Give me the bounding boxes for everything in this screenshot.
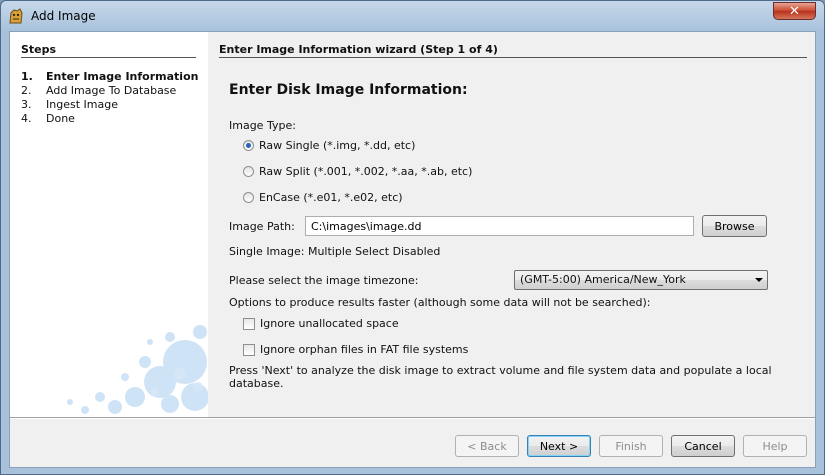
bubbles-decoration-icon: [67, 325, 208, 414]
step-item: 2. Add Image To Database: [21, 84, 176, 97]
next-info-text: Press 'Next' to analyze the disk image t…: [229, 364, 772, 390]
radio-button[interactable]: [243, 166, 254, 177]
radio-button[interactable]: [243, 192, 254, 203]
next-button[interactable]: Next >: [527, 435, 591, 457]
checkbox-ignore-unallocated[interactable]: Ignore unallocated space: [243, 317, 399, 330]
back-button[interactable]: < Back: [455, 435, 519, 457]
checkbox-label: Ignore orphan files in FAT file systems: [260, 343, 469, 356]
image-path-input[interactable]: [305, 216, 694, 236]
step-item: 1. Enter Image Information: [21, 70, 198, 83]
select-info-text: Single Image: Multiple Select Disabled: [229, 245, 441, 258]
step-number: 3.: [21, 98, 32, 111]
radio-label: EnCase (*.e01, *.e02, etc): [259, 191, 403, 204]
section-heading: Enter Disk Image Information:: [229, 82, 468, 98]
options-label: Options to produce results faster (altho…: [229, 296, 651, 309]
radio-raw-single[interactable]: Raw Single (*.img, *.dd, etc): [243, 139, 415, 152]
help-button[interactable]: Help: [743, 435, 807, 457]
step-number: 2.: [21, 84, 32, 97]
close-icon: ✕: [789, 3, 800, 19]
title-bar[interactable]: Add Image ✕: [1, 1, 824, 31]
app-logo-icon: [9, 8, 23, 24]
wizard-content: Steps 1. Enter Image Information 2. Add Im…: [9, 31, 816, 468]
step-number: 1.: [21, 70, 33, 83]
close-button[interactable]: ✕: [773, 2, 816, 20]
finish-button[interactable]: Finish: [599, 435, 663, 457]
add-image-window: Add Image ✕ Steps 1. Enter Image Informat…: [0, 0, 825, 475]
step-label: Enter Image Information: [46, 70, 199, 83]
window-title: Add Image: [31, 9, 96, 23]
timezone-select[interactable]: (GMT-5:00) America/New_York: [514, 270, 768, 290]
cancel-button[interactable]: Cancel: [671, 435, 735, 457]
timezone-label: Please select the image timezone:: [229, 274, 419, 287]
wizard-divider: [219, 57, 807, 58]
checkbox-label: Ignore unallocated space: [260, 317, 399, 330]
checkbox[interactable]: [243, 343, 255, 356]
step-item: 4. Done: [21, 112, 75, 125]
timezone-value: (GMT-5:00) America/New_York: [520, 273, 686, 286]
steps-title: Steps: [21, 43, 57, 56]
checkbox[interactable]: [243, 317, 255, 330]
steps-divider: [21, 57, 196, 58]
wizard-title: Enter Image Information wizard (Step 1 o…: [219, 43, 498, 56]
wizard-main-panel: Enter Image Information wizard (Step 1 o…: [208, 32, 815, 417]
step-number: 4.: [21, 112, 32, 125]
checkbox-ignore-orphan[interactable]: Ignore orphan files in FAT file systems: [243, 343, 468, 356]
image-type-label: Image Type:: [229, 119, 296, 132]
steps-panel: Steps 1. Enter Image Information 2. Add Im…: [10, 32, 208, 417]
step-item: 3. Ingest Image: [21, 98, 118, 111]
chevron-down-icon: [755, 278, 763, 282]
radio-encase[interactable]: EnCase (*.e01, *.e02, etc): [243, 191, 403, 204]
radio-label: Raw Split (*.001, *.002, *.aa, *.ab, etc…: [259, 165, 473, 178]
browse-button[interactable]: Browse: [702, 215, 767, 237]
radio-label: Raw Single (*.img, *.dd, etc): [259, 139, 416, 152]
image-path-label: Image Path:: [229, 220, 295, 233]
radio-button[interactable]: [243, 140, 254, 151]
footer-divider-highlight: [10, 418, 815, 419]
step-label: Ingest Image: [46, 98, 118, 111]
radio-raw-split[interactable]: Raw Split (*.001, *.002, *.aa, *.ab, etc…: [243, 165, 472, 178]
step-label: Done: [46, 112, 75, 125]
step-label: Add Image To Database: [46, 84, 177, 97]
